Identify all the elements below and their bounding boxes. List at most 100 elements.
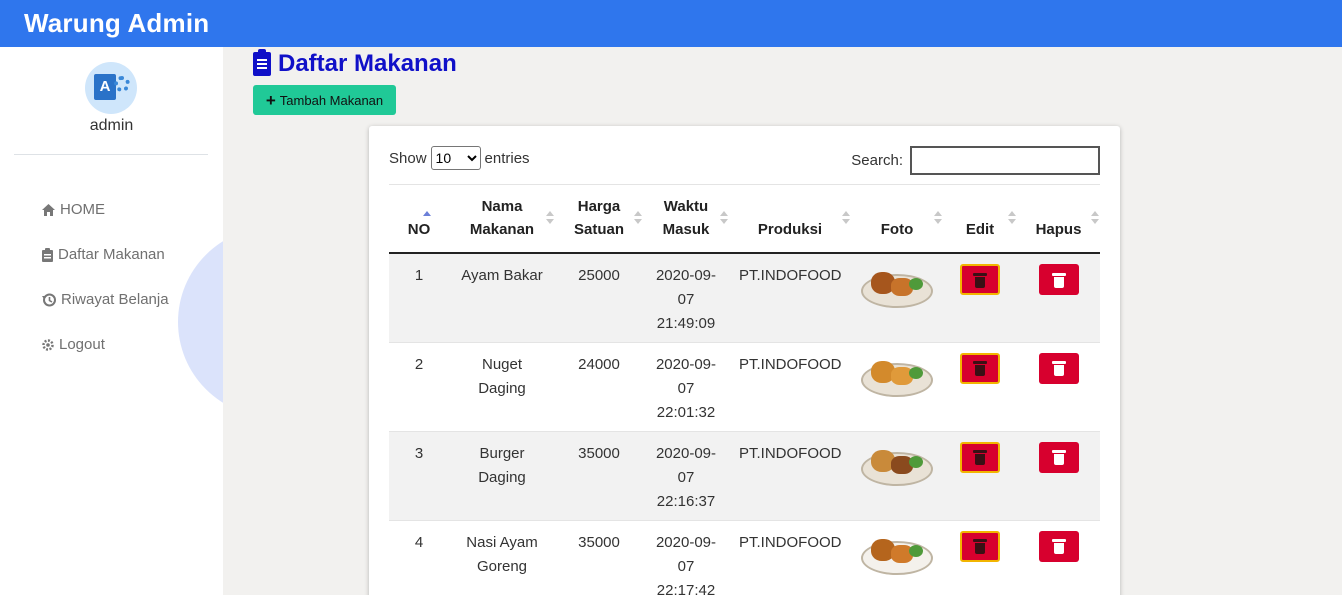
delete-button[interactable]	[1038, 441, 1079, 473]
show-label: Show	[389, 149, 427, 167]
cell-nama: Burger Daging	[449, 431, 555, 521]
food-photo	[859, 442, 935, 490]
edit-button[interactable]	[960, 352, 1000, 384]
cell-edit	[943, 520, 1017, 595]
add-food-button[interactable]: + Tambah Makanan	[253, 85, 396, 115]
column-header-nama-makanan[interactable]: Nama Makanan	[449, 185, 555, 254]
food-photo	[859, 353, 935, 401]
cell-no: 1	[389, 253, 449, 343]
sidebar-item-riwayat-belanja[interactable]: Riwayat Belanja	[42, 291, 169, 308]
clipboard-icon	[42, 247, 53, 262]
delete-button[interactable]	[1038, 264, 1079, 295]
trash-icon	[973, 449, 987, 465]
sidebar-item-daftar-makanan[interactable]: Daftar Makanan	[42, 246, 165, 263]
home-icon	[42, 203, 55, 216]
column-header-foto[interactable]: Foto	[851, 185, 943, 254]
cell-no: 3	[389, 431, 449, 521]
sidebar-item-logout[interactable]: Logout	[42, 336, 105, 353]
top-navbar: Warung Admin	[0, 0, 1342, 47]
cell-nama: Nuget Daging	[449, 342, 555, 432]
sidebar-item-label: HOME	[60, 201, 105, 218]
cell-edit	[943, 342, 1017, 432]
cell-waktu: 2020-09- 07 22:17:42	[643, 520, 729, 595]
trash-icon	[1051, 272, 1066, 288]
column-header-no[interactable]: NO	[389, 185, 449, 254]
column-header-waktu-masuk[interactable]: Waktu Masuk	[643, 185, 729, 254]
cell-foto	[851, 253, 943, 343]
cell-waktu: 2020-09- 07 22:16:37	[643, 431, 729, 521]
sort-icon	[720, 211, 728, 225]
entries-select[interactable]: 10	[430, 146, 481, 170]
cell-harga: 25000	[555, 253, 643, 343]
cell-produksi: PT.INDOFOOD	[729, 342, 851, 432]
cell-hapus	[1017, 431, 1100, 521]
search-label: Search:	[851, 152, 903, 169]
gear-icon	[114, 76, 130, 92]
decorative-blob	[178, 227, 223, 417]
cell-waktu: 2020-09- 07 21:49:09	[643, 253, 729, 343]
table-row: 3 Burger Daging 35000 2020-09- 07 22:16:37 …	[389, 431, 1100, 521]
plus-icon: +	[265, 90, 276, 110]
trash-icon	[973, 272, 987, 288]
trash-icon	[1051, 449, 1066, 465]
sort-asc-icon	[423, 211, 431, 225]
cell-waktu: 2020-09- 07 22:01:32	[643, 342, 729, 432]
sidebar-item-home[interactable]: HOME	[42, 201, 105, 218]
trash-icon	[973, 360, 987, 376]
gear-icon	[42, 338, 54, 351]
food-photo	[859, 264, 935, 312]
cell-hapus	[1017, 342, 1100, 432]
column-header-harga-satuan[interactable]: Harga Satuan	[555, 185, 643, 254]
edit-button[interactable]	[960, 441, 1000, 473]
food-photo	[859, 531, 935, 579]
delete-button[interactable]	[1038, 530, 1079, 562]
cell-edit	[943, 431, 1017, 521]
search-input[interactable]	[910, 146, 1100, 175]
edit-button[interactable]	[960, 530, 1000, 562]
cell-nama: Nasi Ayam Goreng	[449, 520, 555, 595]
delete-button[interactable]	[1038, 352, 1079, 384]
sidebar-divider	[14, 154, 208, 155]
cell-nama: Ayam Bakar	[449, 253, 555, 343]
sort-icon	[1091, 211, 1099, 225]
sidebar-item-label: Riwayat Belanja	[61, 291, 169, 308]
avatar: A	[85, 62, 137, 114]
username: admin	[89, 117, 134, 134]
cell-harga: 24000	[555, 342, 643, 432]
sort-icon	[634, 211, 642, 225]
app-logo-icon: A	[94, 74, 116, 100]
clipboard-list-icon	[253, 49, 271, 76]
sort-icon	[546, 211, 554, 225]
brand-title: Warung Admin	[24, 8, 210, 38]
sidebar-item-label: Logout	[59, 336, 105, 353]
column-header-edit[interactable]: Edit	[943, 185, 1017, 254]
sidebar: A admin HOME Daftar Makanan Riwayat Bela…	[0, 47, 223, 595]
entries-length-control: Show 10 entries	[389, 146, 530, 170]
cell-produksi: PT.INDOFOOD	[729, 520, 851, 595]
sort-icon	[842, 211, 850, 225]
entries-label: entries	[484, 149, 530, 167]
table-search: Search:	[851, 146, 1100, 175]
trash-icon	[973, 538, 987, 554]
edit-button[interactable]	[960, 264, 1000, 295]
cell-foto	[851, 342, 943, 432]
cell-foto	[851, 431, 943, 521]
page-title: Daftar Makanan	[253, 49, 457, 78]
cell-harga: 35000	[555, 520, 643, 595]
cell-no: 2	[389, 342, 449, 432]
trash-icon	[1051, 360, 1066, 376]
cell-edit	[943, 253, 1017, 343]
column-header-produksi[interactable]: Produksi	[729, 185, 851, 254]
trash-icon	[1051, 538, 1066, 554]
cell-produksi: PT.INDOFOOD	[729, 431, 851, 521]
column-header-hapus[interactable]: Hapus	[1017, 185, 1100, 254]
sort-icon	[934, 211, 942, 225]
page-title-text: Daftar Makanan	[278, 50, 457, 77]
table-row: 2 Nuget Daging 24000 2020-09- 07 22:01:32 P…	[389, 342, 1100, 432]
cell-hapus	[1017, 520, 1100, 595]
table-header-row: NO Nama Makanan Harga Satuan Waktu Masuk Pr…	[389, 185, 1100, 254]
sort-icon	[1008, 211, 1016, 225]
cell-foto	[851, 520, 943, 595]
add-food-button-label: Tambah Makanan	[279, 92, 384, 108]
cell-hapus	[1017, 253, 1100, 343]
